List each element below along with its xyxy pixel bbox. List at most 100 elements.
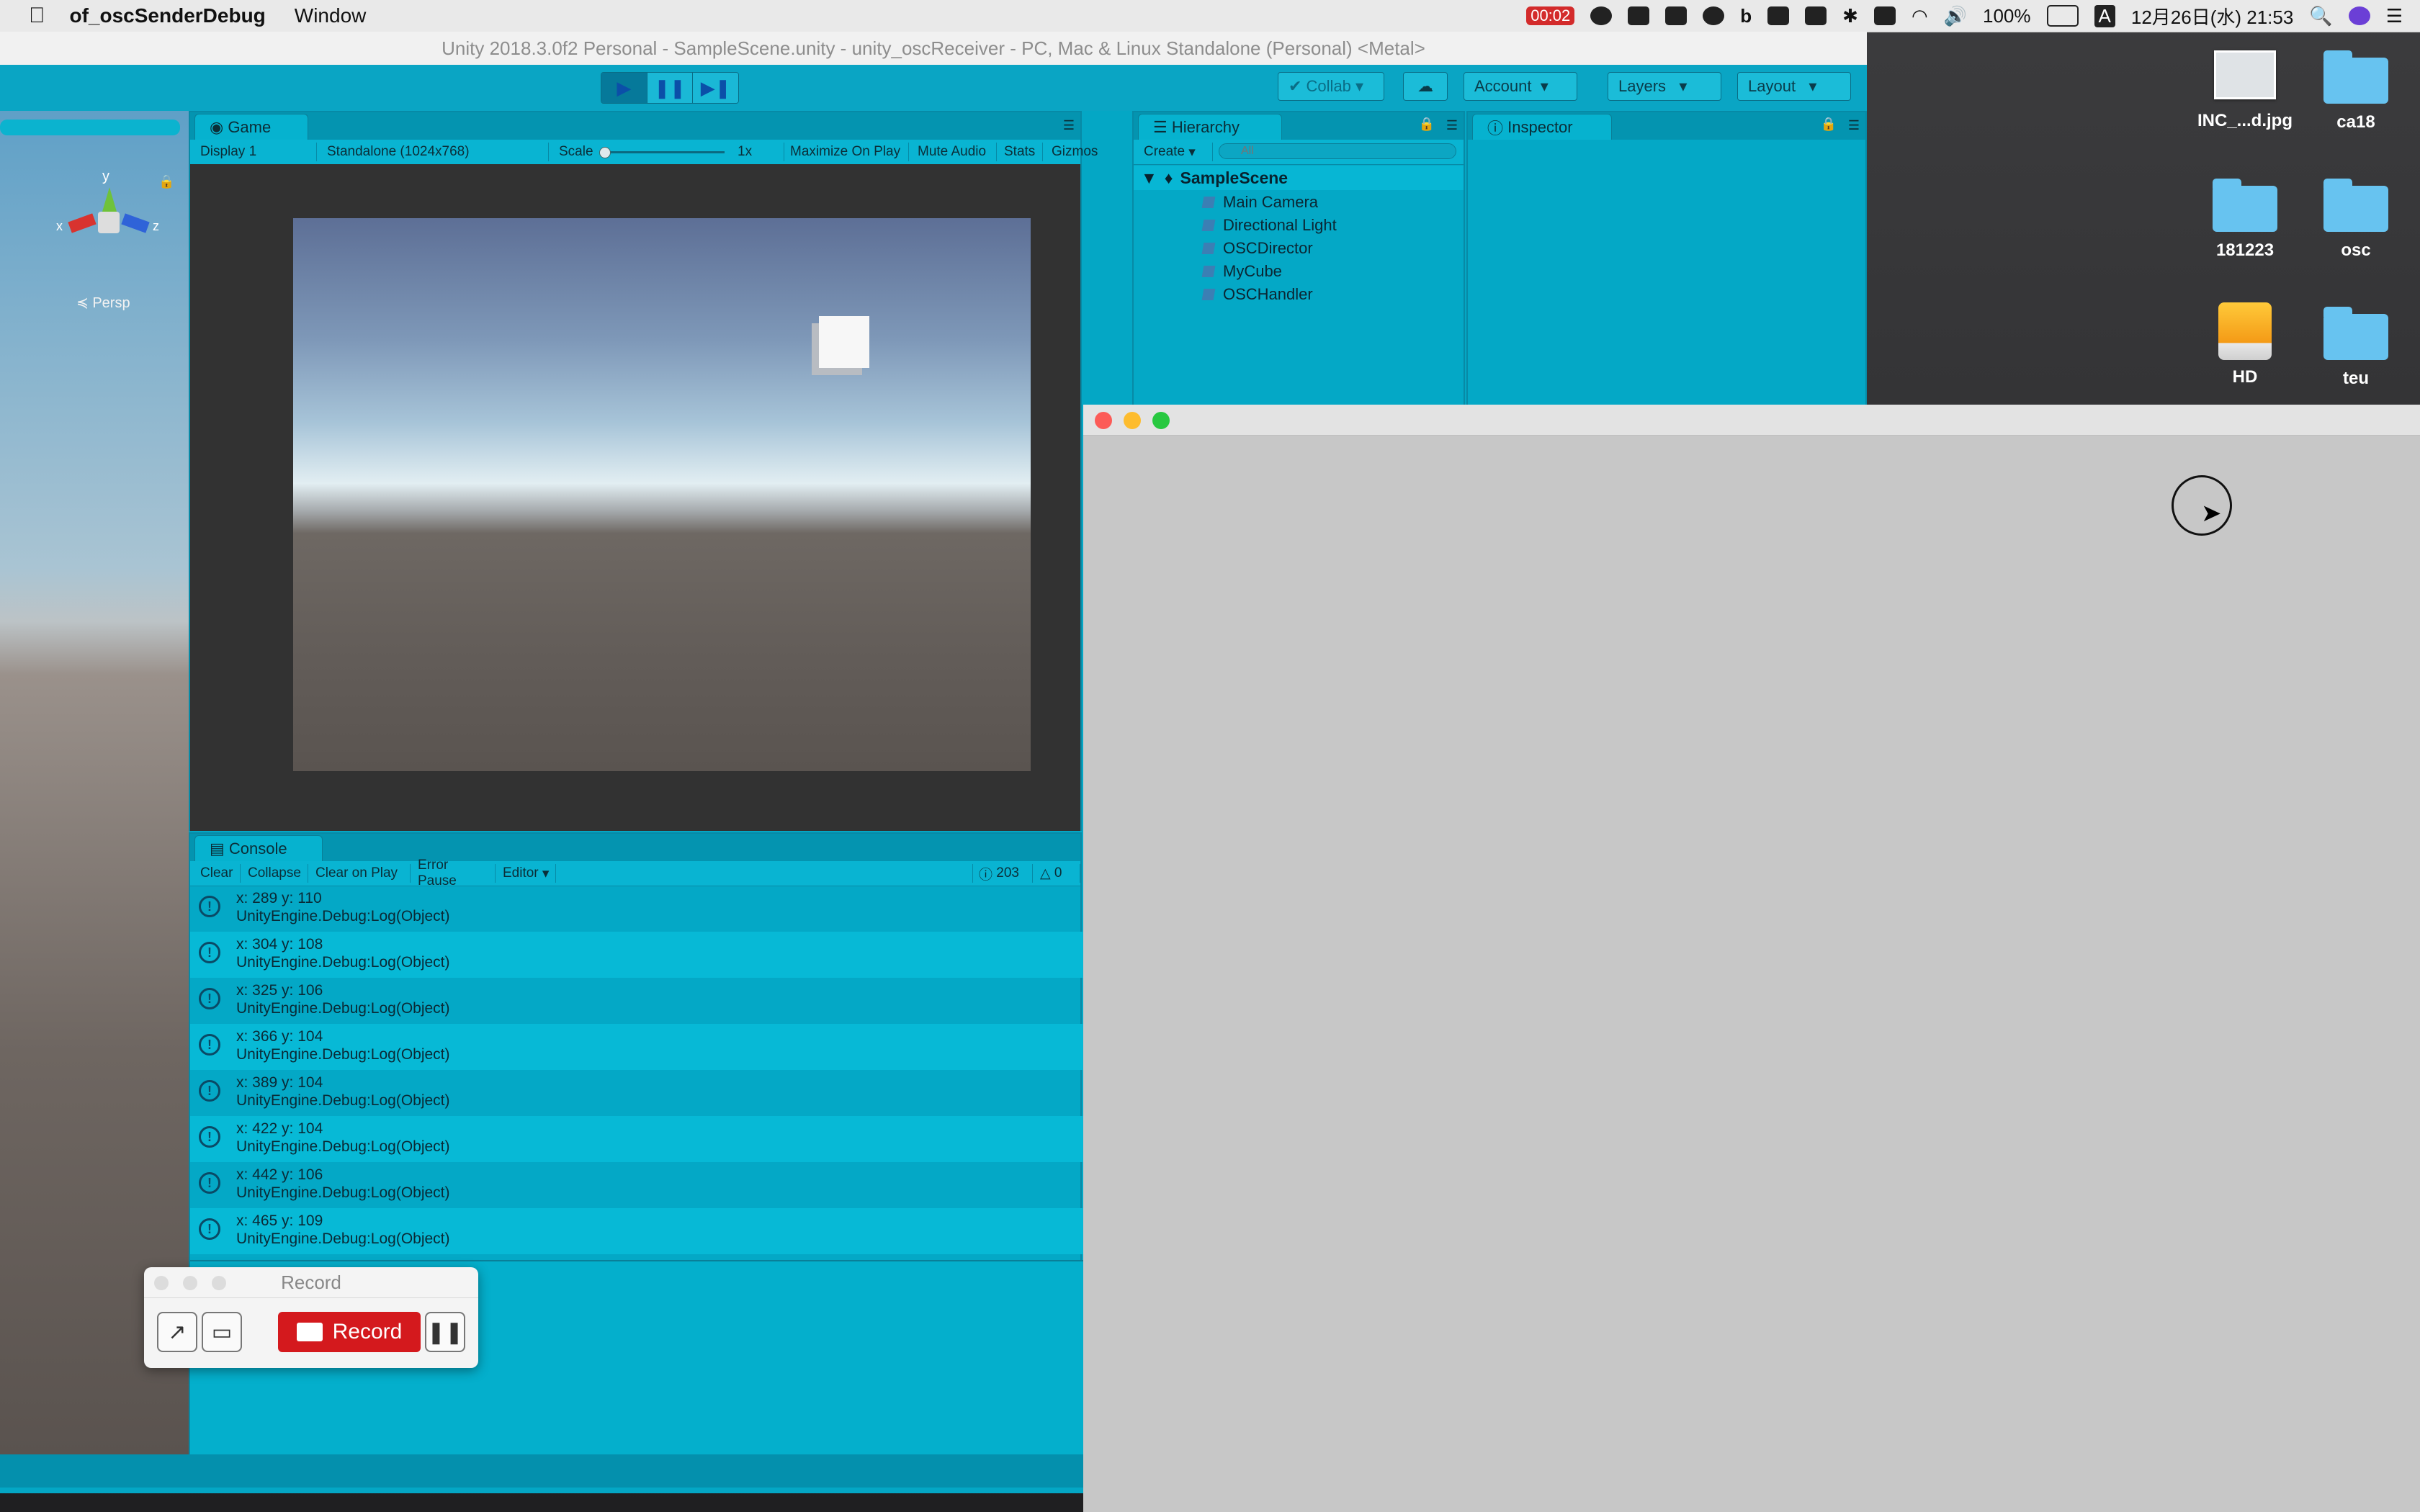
siri-icon[interactable]	[2348, 6, 2370, 25]
of-app-window[interactable]	[1083, 405, 2420, 1512]
search-icon[interactable]: 🔍	[2309, 5, 2332, 27]
desktop-icon-drive-hd[interactable]: HD	[2191, 302, 2299, 387]
dropbox-icon[interactable]	[1628, 6, 1650, 25]
persp-label[interactable]: ≼ Persp	[76, 294, 130, 312]
scene-row[interactable]: ▼ ♦ SampleScene	[1134, 166, 1464, 190]
pause-record-button[interactable]: ❚❚	[425, 1312, 465, 1352]
hierarchy-item[interactable]: Main Camera	[1201, 193, 1318, 212]
display-dropdown[interactable]: Display 1	[194, 143, 317, 161]
record-titlebar[interactable]: Record	[144, 1267, 478, 1298]
clear-button[interactable]: Clear	[194, 864, 241, 883]
scene-search-field[interactable]	[0, 120, 180, 135]
arrow-tool-button[interactable]: ↗	[157, 1312, 197, 1352]
hierarchy-item[interactable]: Directional Light	[1201, 216, 1337, 235]
bluetooth-icon[interactable]: ✱	[1842, 5, 1858, 27]
desktop-icon-folder-181223[interactable]: 181223	[2191, 179, 2299, 261]
gizmos-dropdown[interactable]: Gizmos	[1046, 143, 1118, 161]
collapse-toggle[interactable]: Collapse	[242, 864, 308, 883]
of-window-titlebar[interactable]	[1083, 405, 2420, 436]
scene-view[interactable]: y x z 🔒 ≼ Persp	[0, 111, 192, 1454]
desktop-icon-folder-osc[interactable]: osc	[2302, 179, 2410, 261]
editor-dropdown[interactable]: Editor ▾	[497, 864, 556, 883]
hierarchy-search-input[interactable]	[1219, 143, 1456, 159]
tab-console[interactable]: ▤ Console	[194, 835, 323, 861]
panel-menu-icon[interactable]: ☰	[1063, 118, 1075, 133]
console-log-row[interactable]: ! x: 389 y: 104 UnityEngine.Debug:Log(Obje…	[190, 1070, 1083, 1116]
account-dropdown[interactable]: Account ▾	[1464, 72, 1577, 101]
apple-menu-icon[interactable]: 	[29, 4, 45, 28]
mute-audio-toggle[interactable]: Mute Audio	[912, 143, 997, 161]
close-button[interactable]	[1095, 412, 1112, 429]
layers-dropdown[interactable]: Layers ▾	[1608, 72, 1721, 101]
cloud-button[interactable]: ☁	[1403, 72, 1448, 101]
zoom-button[interactable]	[1152, 412, 1170, 429]
region-tool-button[interactable]: ▭	[202, 1312, 242, 1352]
minimize-button[interactable]	[1124, 412, 1141, 429]
lock-icon[interactable]: 🔒	[158, 174, 174, 189]
layout-dropdown[interactable]: Layout ▾	[1737, 72, 1851, 101]
scale-slider-thumb[interactable]	[599, 147, 611, 158]
create-dropdown[interactable]: Create ▾	[1138, 143, 1213, 161]
collab-button[interactable]: ✔ Collab ▾	[1278, 72, 1384, 101]
window-menu[interactable]: Window	[295, 4, 367, 27]
console-log-row[interactable]: ! x: 366 y: 104 UnityEngine.Debug:Log(Obje…	[190, 1024, 1083, 1070]
close-button[interactable]	[154, 1276, 169, 1290]
console-log-list[interactable]: ! x: 289 y: 110 UnityEngine.Debug:Log(Obje…	[190, 886, 1083, 1261]
creative-cloud-icon[interactable]	[1703, 6, 1725, 25]
cloud-upload-icon[interactable]	[1665, 6, 1688, 25]
panel-menu-icon[interactable]: ☰	[1446, 118, 1458, 133]
battery-icon[interactable]	[2046, 5, 2079, 27]
clear-on-play-toggle[interactable]: Clear on Play	[310, 864, 411, 883]
game-viewport[interactable]	[190, 164, 1080, 831]
scene-gizmo[interactable]: y x z	[50, 168, 159, 248]
info-count-toggle[interactable]: ⓘ 203	[972, 864, 1033, 883]
lock-icon[interactable]: 🔒	[1821, 117, 1837, 132]
bold-b-icon[interactable]: b	[1740, 5, 1752, 27]
keyboard-icon[interactable]	[1873, 6, 1896, 25]
flash-icon[interactable]	[1590, 6, 1613, 25]
pause-button[interactable]: ❚❚	[647, 73, 694, 103]
minimize-button[interactable]	[183, 1276, 197, 1290]
console-log-row[interactable]: ! x: 422 y: 104 UnityEngine.Debug:Log(Obje…	[190, 1116, 1083, 1162]
hierarchy-item[interactable]: OSCDirector	[1201, 239, 1313, 258]
expand-arrow-icon[interactable]: ▼	[1141, 168, 1157, 188]
tab-inspector[interactable]: ⓘ Inspector	[1472, 114, 1612, 140]
zoom-button[interactable]	[212, 1276, 226, 1290]
console-log-row[interactable]: ! x: 465 y: 109 UnityEngine.Debug:Log(Obje…	[190, 1208, 1083, 1254]
console-log-row[interactable]: ! x: 304 y: 108 UnityEngine.Debug:Log(Obje…	[190, 932, 1083, 978]
rectangle-icon: ▭	[211, 1320, 233, 1344]
step-button[interactable]: ▶❚	[693, 73, 738, 103]
resolution-dropdown[interactable]: Standalone (1024x768)	[321, 143, 549, 161]
error-pause-toggle[interactable]: Error Pause	[412, 858, 496, 888]
play-button[interactable]: ▶	[601, 73, 647, 103]
gizmo-center-cube[interactable]	[98, 212, 120, 233]
wifi-icon[interactable]: ◠	[1912, 5, 1928, 27]
hierarchy-item[interactable]: MyCube	[1201, 262, 1282, 281]
input-method-icon[interactable]: A	[2094, 4, 2115, 27]
stats-toggle[interactable]: Stats	[998, 143, 1043, 161]
battery-percent[interactable]: 100%	[1983, 5, 2031, 27]
hierarchy-item[interactable]: OSCHandler	[1201, 285, 1313, 304]
airplay-icon[interactable]	[1805, 6, 1827, 25]
panel-menu-icon[interactable]: ☰	[1848, 118, 1860, 133]
clock[interactable]: 12月26日(水) 21:53	[2131, 3, 2293, 30]
console-log-row[interactable]: ! x: 325 y: 106 UnityEngine.Debug:Log(Obje…	[190, 978, 1083, 1024]
maximize-on-play-toggle[interactable]: Maximize On Play	[784, 143, 909, 161]
app-menu[interactable]: of_oscSenderDebug	[70, 4, 266, 27]
lock-icon[interactable]: 🔒	[1419, 117, 1435, 132]
tab-hierarchy[interactable]: ☰ Hierarchy	[1138, 114, 1282, 140]
scale-slider-track[interactable]	[602, 151, 725, 153]
app-k-icon[interactable]	[1767, 6, 1790, 25]
volume-icon[interactable]: 🔊	[1944, 5, 1967, 27]
unity-titlebar[interactable]: Unity 2018.3.0f2 Personal - SampleScene.…	[0, 32, 1867, 66]
record-button[interactable]: Record	[278, 1312, 421, 1352]
warning-count-toggle[interactable]: △ 0	[1034, 864, 1080, 883]
tab-game[interactable]: ◉ Game	[194, 114, 308, 140]
desktop-icon-folder-ca18[interactable]: ca18	[2302, 50, 2410, 132]
recording-indicator[interactable]: 00:02	[1526, 6, 1575, 25]
console-log-row[interactable]: ! x: 442 y: 106 UnityEngine.Debug:Log(Obje…	[190, 1162, 1083, 1208]
notification-center-icon[interactable]: ☰	[2386, 5, 2403, 27]
console-log-row[interactable]: ! x: 289 y: 110 UnityEngine.Debug:Log(Obje…	[190, 886, 1083, 932]
desktop-icon-image[interactable]: INC_...d.jpg	[2191, 50, 2299, 131]
desktop-icon-folder-teu[interactable]: teu	[2302, 307, 2410, 389]
